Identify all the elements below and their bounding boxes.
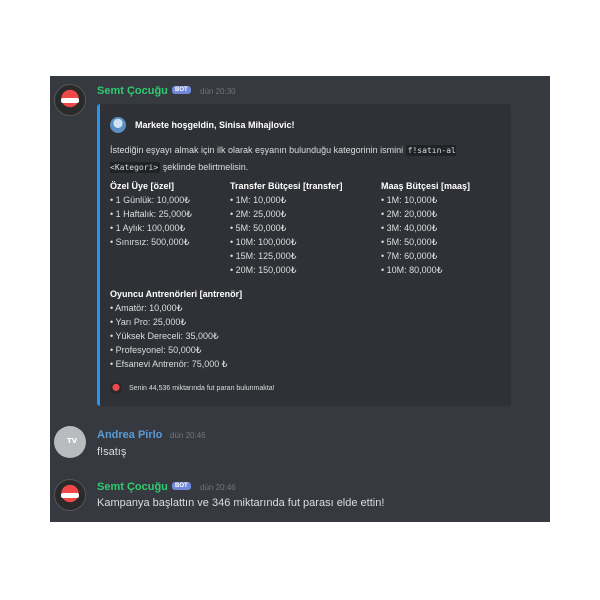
username-semt-cocugu[interactable]: Semt Çocuğu [97,85,168,97]
semt-cocugu-avatar[interactable] [54,84,86,116]
author-avatar-icon [110,117,126,133]
field-item: • 2M: 25,000₺ [230,209,287,219]
bot-tag: BOT [172,482,191,490]
field-item: • Yüksek Dereceli: 35,000₺ [110,331,219,341]
chat-panel: Semt Çocuğu BOT dün 20:30 Markete hoşgel… [50,76,550,522]
embed-title: Markete hoşgeldin, Sinisa Mihajlovic! [135,120,295,130]
embed-footer: Senin 44,536 miktarında fut paran bulunm… [129,385,275,392]
field-item: • 1 Günlük: 10,000₺ [110,195,190,205]
field-item: • 15M: 125,000₺ [230,251,297,261]
field-title-maas: Maaş Bütçesi [maaş] [381,181,471,191]
username-andrea-pirlo[interactable]: Andrea Pirlo [97,429,162,441]
field-item: • 3M: 40,000₺ [381,223,438,233]
field-item: • Yarı Pro: 25,000₺ [110,317,187,327]
field-title-ozel: Özel Üye [özel] [110,181,175,191]
field-item: • 2M: 20,000₺ [381,209,438,219]
field-item: • 1M: 10,000₺ [230,195,287,205]
embed-description-text: İstediğin eşyayı almak için ilk olarak e… [110,145,404,155]
footer-avatar-icon [110,382,122,394]
avatar-tv-text: TV [67,437,78,445]
bot-tag: BOT [172,86,191,94]
field-item: • Sınırsız: 500,000₺ [110,237,190,247]
field-title-transfer: Transfer Bütçesi [transfer] [230,181,343,191]
andrea-pirlo-avatar[interactable]: TV [54,426,86,458]
message-text: f!satış [97,446,127,458]
field-item: • Profesyonel: 50,000₺ [110,345,202,355]
field-item: • 1 Haftalık: 25,000₺ [110,209,192,219]
embed-description: İstediğin eşyayı almak için ilk olarak e… [110,142,505,176]
timestamp: dün 20:46 [200,483,236,492]
username-semt-cocugu[interactable]: Semt Çocuğu [97,481,168,493]
field-title-antrenor: Oyuncu Antrenörleri [antrenör] [110,289,243,299]
field-item: • 10M: 80,000₺ [381,265,443,275]
field-item: • 5M: 50,000₺ [381,237,438,247]
field-item: • 1 Aylık: 100,000₺ [110,223,186,233]
field-item: • 20M: 150,000₺ [230,265,297,275]
field-item: • 1M: 10,000₺ [381,195,438,205]
embed-description-text-end: şeklinde belirtmelisin. [162,162,249,172]
field-item: • 7M: 60,000₺ [381,251,438,261]
timestamp: dün 20:46 [170,431,206,440]
semt-cocugu-avatar[interactable] [54,479,86,511]
market-embed: Markete hoşgeldin, Sinisa Mihajlovic! İs… [97,104,511,406]
timestamp: dün 20:30 [200,87,236,96]
message-text: Kampanya başlattın ve 346 miktarında fut… [97,497,385,509]
field-item: • Efsanevi Antrenör: 75,000 ₺ [110,359,228,369]
field-item: • Amatör: 10,000₺ [110,303,183,313]
field-item: • 10M: 100,000₺ [230,237,297,247]
field-item: • 5M: 50,000₺ [230,223,287,233]
embed-accent-bar [97,104,100,406]
